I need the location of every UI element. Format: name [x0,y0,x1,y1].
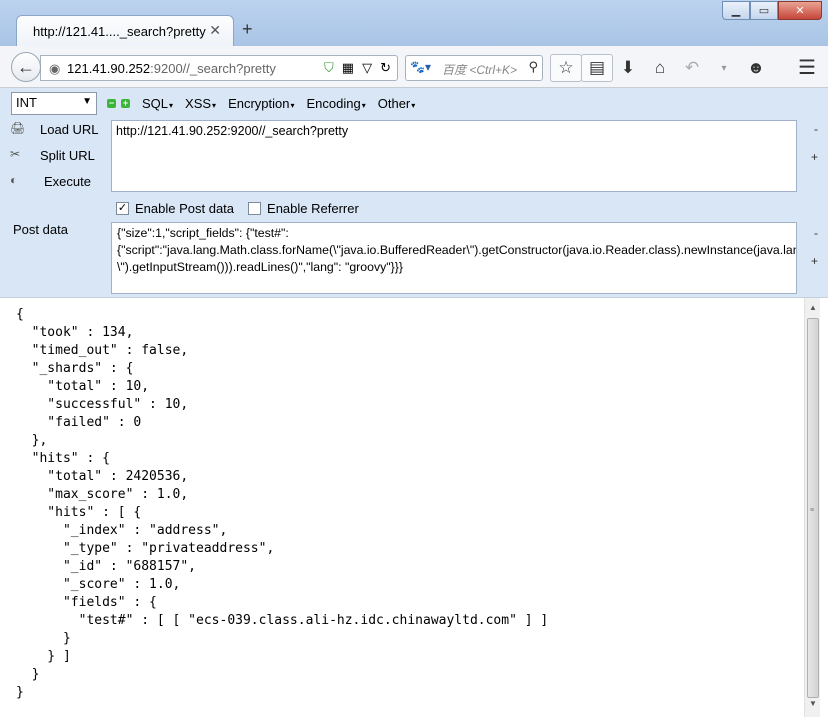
scroll-thumb[interactable]: ≡ [807,318,819,698]
enable-post-label: Enable Post data [135,201,235,216]
url-bar-icons: ⛉ ▦ ▽ ↻ [324,60,391,76]
enable-referrer-checkbox[interactable]: Enable Referrer [248,201,359,216]
history-dropdown-icon[interactable]: ▾ [708,54,740,82]
url-expand-icon[interactable]: + [811,150,818,164]
dropdown-icon[interactable]: ▽ [362,60,372,76]
title-bar: http://121.41...._search?pretty ✕ + ▁ ▭ … [0,0,828,47]
hackbar-panel: INT ▼ − + SQL XSS Encryption Encoding Ot… [0,88,828,297]
reading-list-icon[interactable]: ▤ [581,54,613,82]
execute-icon: ◐ [10,173,18,187]
int-select-value: INT [16,94,37,110]
url-textarea-value: http://121.41.90.252:9200//_search?prett… [116,124,349,138]
shield-icon[interactable]: ⛉ [324,60,334,76]
url-host: 121.41.90.252 [67,61,151,76]
url-shrink-icon[interactable]: - [814,122,818,136]
maximize-icon[interactable]: ▭ [750,1,778,20]
menu-other[interactable]: Other [378,96,416,111]
load-url-button[interactable]: 🖨 Load URL [10,121,110,141]
load-url-icon: 🖨 [10,121,26,135]
search-engine-icon[interactable]: 🐾▾ [410,60,431,74]
undo-icon[interactable]: ↶ [676,54,708,82]
post-expand-icon[interactable]: + [811,254,818,268]
enable-post-check-icon: ✓ [116,202,129,215]
browser-tab[interactable]: http://121.41...._search?pretty ✕ [16,15,234,47]
close-tab-icon[interactable]: ✕ [209,22,221,39]
int-select[interactable]: INT ▼ [11,91,97,115]
post-data-label: Post data [13,222,68,237]
navigation-bar: ◉ 121.41.90.252:9200//_search?pretty ⛉ ▦… [0,46,828,88]
post-shrink-icon[interactable]: - [814,226,818,240]
new-tab-icon[interactable]: + [242,20,253,38]
post-options: ✓ Enable Post data Enable Referrer [116,201,359,216]
menu-encryption[interactable]: Encryption [228,96,294,111]
window-controls: ▁ ▭ ✕ [722,1,822,20]
enable-post-checkbox[interactable]: ✓ Enable Post data [116,201,234,216]
close-window-icon[interactable]: ✕ [778,1,822,20]
plus-minus-controls: − + [107,98,130,108]
toolbar-icons: ☆ ▤ ⬇ ⌂ ↶ ▾ ☻ [550,54,772,82]
search-bar[interactable]: 🐾▾ 百度 <Ctrl+K> ⚲ [405,55,543,81]
url-text[interactable]: 121.41.90.252:9200//_search?pretty [67,61,276,76]
home-icon[interactable]: ⌂ [644,54,676,82]
grip-icon: ≡ [810,507,815,514]
bookmark-star-icon[interactable]: ☆ [550,54,582,82]
vertical-scrollbar[interactable]: ▲ ≡ ▼ [804,298,820,717]
reload-icon[interactable]: ↻ [380,60,391,76]
scroll-down-icon[interactable]: ▼ [807,699,819,713]
back-arrow-icon: ← [17,56,35,77]
execute-label: Execute [44,174,91,189]
minimize-icon[interactable]: ▁ [722,1,750,20]
increment-icon[interactable]: + [121,98,130,108]
download-icon[interactable]: ⬇ [612,54,644,82]
menu-xss[interactable]: XSS [185,96,216,111]
enable-referrer-box [248,202,262,215]
qr-code-icon[interactable]: ▦ [342,60,354,76]
url-path: :9200//_search?pretty [150,61,276,76]
json-response: { "took" : 134, "timed_out" : false, "_s… [16,307,549,700]
hamburger-menu-icon[interactable]: ☰ [798,55,816,80]
search-placeholder: 百度 <Ctrl+K> [442,63,518,77]
menu-sql[interactable]: SQL [142,96,173,111]
response-view: { "took" : 134, "timed_out" : false, "_s… [0,297,828,717]
hackbar-toolbar: INT ▼ − + SQL XSS Encryption Encoding Ot… [11,91,415,115]
scroll-up-icon[interactable]: ▲ [807,303,819,317]
enable-referrer-label: Enable Referrer [267,201,359,216]
url-textarea[interactable]: http://121.41.90.252:9200//_search?prett… [111,120,797,192]
decrement-icon[interactable]: − [107,98,116,108]
smiley-icon[interactable]: ☻ [740,54,772,82]
globe-icon: ◉ [49,61,61,76]
load-url-label: Load URL [40,122,99,137]
search-icon[interactable]: ⚲ [528,59,538,75]
split-url-label: Split URL [40,148,95,163]
split-url-button[interactable]: ✂ Split URL [10,147,110,167]
tab-title: http://121.41...._search?pretty [33,24,206,39]
execute-button[interactable]: ◐ Execute [10,173,110,193]
url-bar[interactable]: ◉ 121.41.90.252:9200//_search?pretty ⛉ ▦… [40,55,398,81]
scissors-icon: ✂ [10,147,21,161]
chevron-down-icon: ▼ [82,95,92,107]
menu-encoding[interactable]: Encoding [307,96,366,111]
hackbar-menu: SQL XSS Encryption Encoding Other [142,96,415,111]
back-button[interactable]: ← [11,52,41,82]
post-data-textarea[interactable]: {"size":1,"script_fields": {"test#": {"s… [111,222,797,294]
